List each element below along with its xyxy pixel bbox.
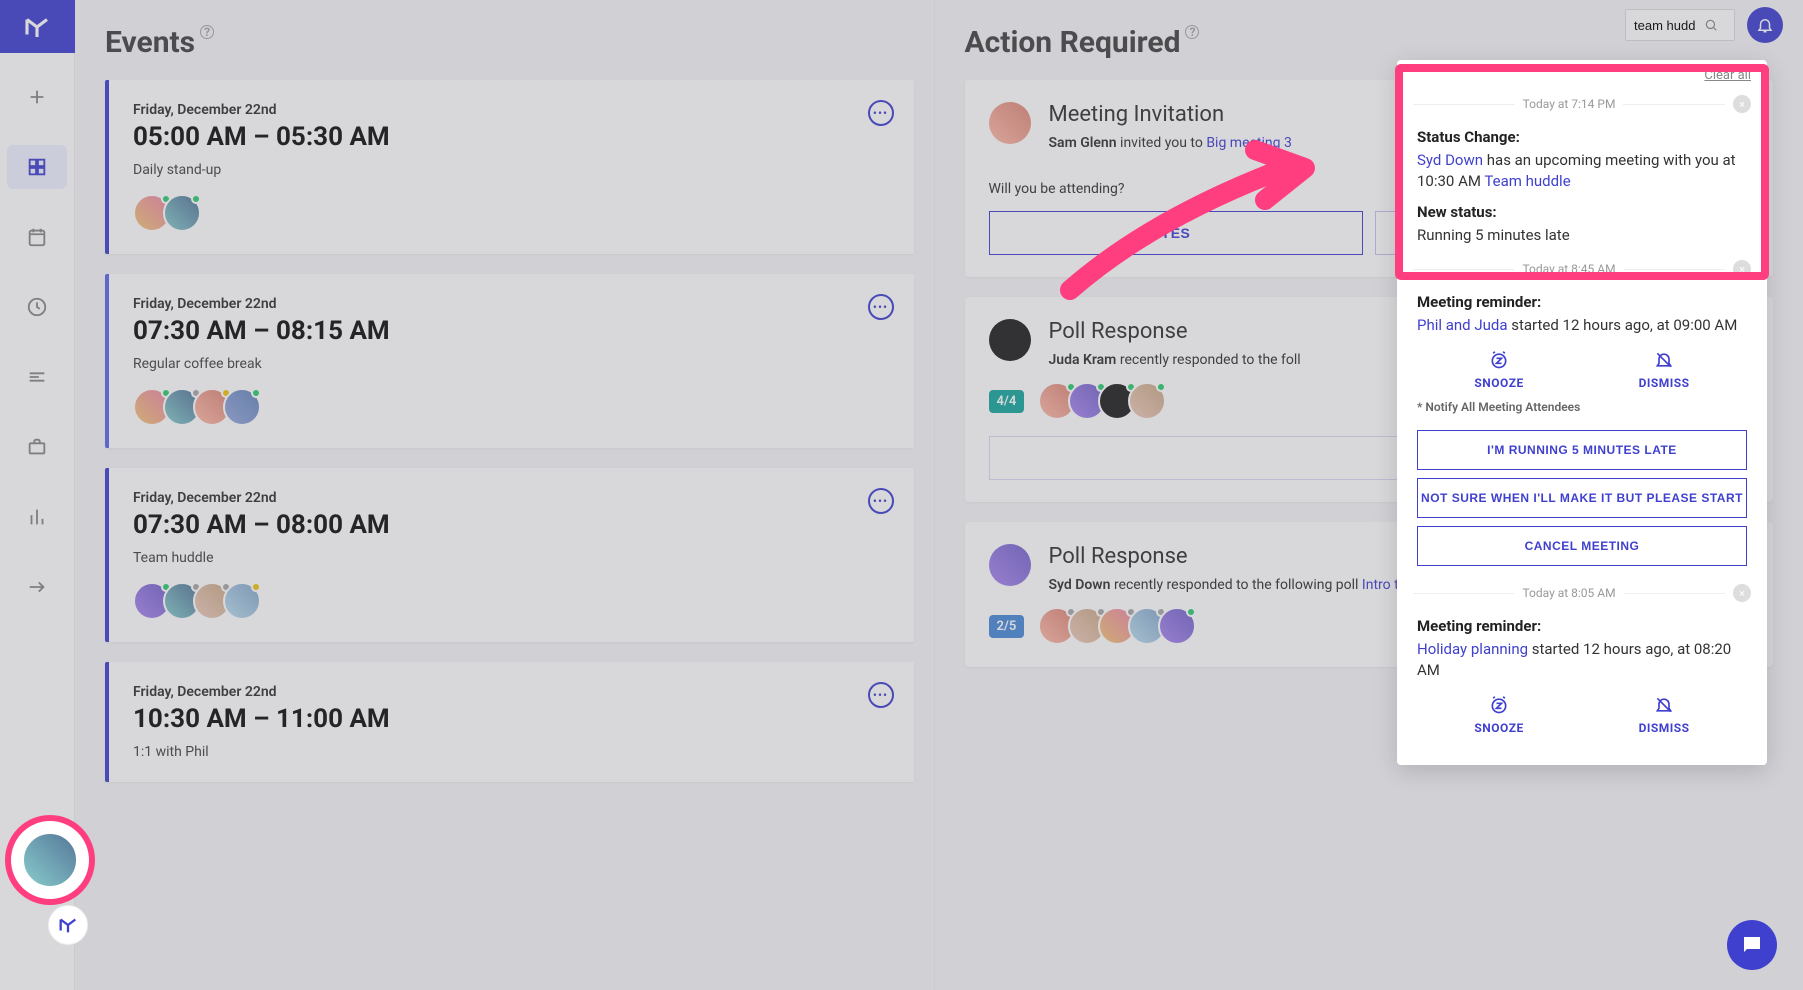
events-column: Events? ••• Friday, December 22nd 05:00 … (75, 0, 935, 990)
event-title: Daily stand-up (133, 162, 890, 178)
user-avatar[interactable] (22, 832, 78, 888)
user-avatar-highlight (5, 815, 95, 905)
avatar[interactable] (1158, 607, 1196, 645)
event-title: Regular coffee break (133, 356, 890, 372)
close-icon[interactable]: × (1733, 95, 1751, 113)
sidebar-arrow[interactable] (7, 565, 67, 609)
event-card[interactable]: ••• Friday, December 22nd 05:00 AM – 05:… (105, 80, 914, 254)
event-date: Friday, December 22nd (133, 296, 890, 312)
notification-item: Meeting reminder: Holiday planning start… (1397, 606, 1767, 691)
event-date: Friday, December 22nd (133, 102, 890, 118)
sidebar-briefcase[interactable] (7, 425, 67, 469)
dismiss-button[interactable]: DISMISS (1639, 695, 1690, 735)
close-icon[interactable]: × (1733, 260, 1751, 278)
event-time: 07:30 AM – 08:00 AM (133, 510, 890, 540)
notification-item: Status Change: Syd Down has an upcoming … (1397, 117, 1767, 256)
avatar[interactable] (223, 388, 261, 426)
event-title: 1:1 with Phil (133, 744, 890, 760)
search-icon (1704, 18, 1718, 32)
notification-timestamp: Today at 8:45 AM× (1397, 256, 1767, 282)
attendee-avatars (133, 194, 890, 232)
notify-all-label: * Notify All Meeting Attendees (1397, 400, 1767, 422)
help-icon[interactable]: ? (200, 25, 214, 39)
help-icon[interactable]: ? (1185, 25, 1199, 39)
sidebar-list[interactable] (7, 355, 67, 399)
sidebar-stats[interactable] (7, 495, 67, 539)
notification-item: Meeting reminder: Phil and Juda started … (1397, 282, 1767, 346)
event-card[interactable]: ••• Friday, December 22nd 07:30 AM – 08:… (105, 468, 914, 642)
sidebar-dashboard[interactable] (7, 145, 67, 189)
please-start-button[interactable]: NOT SURE WHEN I'LL MAKE IT BUT PLEASE ST… (1417, 478, 1747, 518)
event-card[interactable]: ••• Friday, December 22nd 10:30 AM – 11:… (105, 662, 914, 782)
notifications-button[interactable] (1747, 7, 1783, 43)
event-date: Friday, December 22nd (133, 684, 890, 700)
event-time: 10:30 AM – 11:00 AM (133, 704, 890, 734)
snooze-button[interactable]: SNOOZE (1474, 350, 1523, 390)
sidebar-add[interactable] (7, 75, 67, 119)
event-date: Friday, December 22nd (133, 490, 890, 506)
more-button[interactable]: ••• (868, 682, 894, 708)
event-card[interactable]: ••• Friday, December 22nd 07:30 AM – 08:… (105, 274, 914, 448)
avatar[interactable] (163, 194, 201, 232)
running-late-button[interactable]: I'M RUNNING 5 MINUTES LATE (1417, 430, 1747, 470)
notification-panel: Clear all Today at 7:14 PM× Status Chang… (1397, 60, 1767, 765)
attendee-avatars (133, 582, 890, 620)
dismiss-button[interactable]: DISMISS (1639, 350, 1690, 390)
search-box[interactable] (1625, 9, 1735, 41)
close-icon[interactable]: × (1733, 584, 1751, 602)
event-title: Team huddle (133, 550, 890, 566)
events-title: Events? (105, 25, 914, 60)
app-badge[interactable] (48, 905, 88, 945)
avatar[interactable] (223, 582, 261, 620)
notification-timestamp: Today at 7:14 PM× (1397, 91, 1767, 117)
event-time: 05:00 AM – 05:30 AM (133, 122, 890, 152)
avatar[interactable] (989, 544, 1031, 586)
sidebar-clock[interactable] (7, 285, 67, 329)
avatar[interactable] (989, 102, 1031, 144)
search-input[interactable] (1634, 18, 1704, 33)
chat-fab[interactable] (1727, 920, 1777, 970)
cancel-meeting-button[interactable]: CANCEL MEETING (1417, 526, 1747, 566)
attendee-avatars (133, 388, 890, 426)
poll-badge: 4/4 (989, 390, 1025, 413)
more-button[interactable]: ••• (868, 488, 894, 514)
yes-button[interactable]: YES (989, 211, 1363, 255)
event-time: 07:30 AM – 08:15 AM (133, 316, 890, 346)
clear-all-link[interactable]: Clear all (1397, 60, 1767, 91)
sidebar-calendar[interactable] (7, 215, 67, 259)
avatar[interactable] (1128, 382, 1166, 420)
notification-timestamp: Today at 8:05 AM× (1397, 580, 1767, 606)
app-logo[interactable] (0, 0, 75, 53)
topbar (1625, 0, 1803, 50)
snooze-button[interactable]: SNOOZE (1474, 695, 1523, 735)
poll-badge: 2/5 (989, 615, 1025, 638)
more-button[interactable]: ••• (868, 294, 894, 320)
avatar[interactable] (989, 319, 1031, 361)
more-button[interactable]: ••• (868, 100, 894, 126)
